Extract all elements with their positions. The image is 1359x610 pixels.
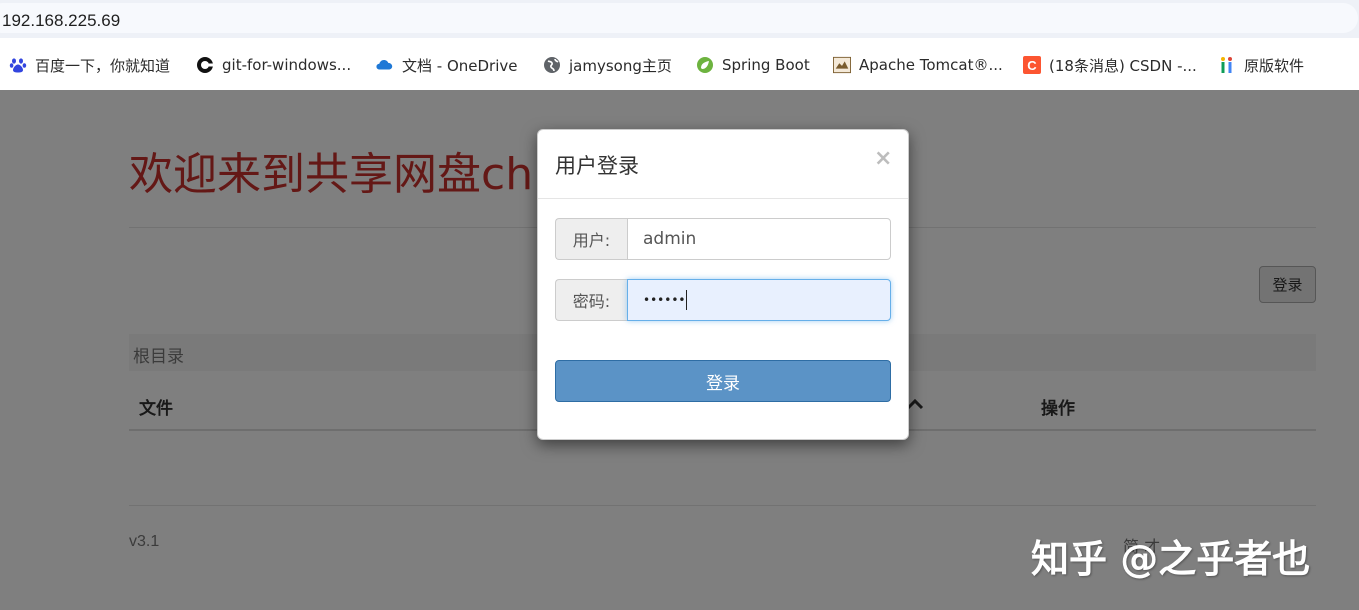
login-modal: 用户登录 × 用户: admin 密码: •••••• 登录 xyxy=(537,129,909,440)
git-logo-icon xyxy=(196,56,214,74)
bookmark-label: jamysong主页 xyxy=(569,56,672,75)
tomcat-logo-icon xyxy=(833,56,851,74)
username-input[interactable]: admin xyxy=(627,218,891,260)
bookmark-onedrive[interactable]: 文档 - OneDrive xyxy=(376,53,517,77)
bookmark-original-software[interactable]: 原版软件 xyxy=(1218,53,1304,77)
colorful-i-icon xyxy=(1218,56,1236,74)
bookmark-git-for-windows[interactable]: git-for-windows... xyxy=(196,53,351,77)
bookmark-label: git-for-windows... xyxy=(222,56,352,74)
modal-header-divider xyxy=(538,198,908,199)
bookmark-csdn[interactable]: C (18条消息) CSDN -... xyxy=(1023,53,1197,77)
password-group: 密码: •••••• xyxy=(555,279,891,321)
csdn-logo-icon: C xyxy=(1023,56,1041,74)
bookmark-spring-boot[interactable]: Spring Boot xyxy=(696,53,810,77)
bookmark-apache-tomcat[interactable]: Apache Tomcat®... xyxy=(833,53,1003,77)
zhihu-watermark: 知乎 @之乎者也 xyxy=(1031,537,1311,581)
username-group: 用户: admin xyxy=(555,218,891,260)
url-text: 192.168.225.69 xyxy=(2,11,121,30)
username-value: admin xyxy=(643,229,697,249)
globe-icon xyxy=(543,56,561,74)
bookmarks-bar: 百度一下，你就知道 git-for-windows... 文档 - OneDri… xyxy=(0,38,1359,90)
username-label: 用户: xyxy=(555,218,627,260)
bookmark-label: 文档 - OneDrive xyxy=(402,56,518,75)
bookmark-baidu[interactable]: 百度一下，你就知道 xyxy=(9,53,170,77)
onedrive-cloud-icon xyxy=(376,56,394,74)
bookmark-label: 百度一下，你就知道 xyxy=(35,56,171,75)
address-bar: 192.168.225.69 xyxy=(0,0,1359,38)
bookmark-label: (18条消息) CSDN -... xyxy=(1049,56,1197,75)
bookmark-label: 原版软件 xyxy=(1244,56,1305,75)
password-masked-value: •••••• xyxy=(643,293,686,307)
spring-leaf-icon xyxy=(696,56,714,74)
close-icon[interactable]: × xyxy=(874,146,892,171)
password-label: 密码: xyxy=(555,279,627,321)
bookmark-jamysong[interactable]: jamysong主页 xyxy=(543,53,672,77)
login-submit-button[interactable]: 登录 xyxy=(555,360,891,402)
text-caret xyxy=(686,290,688,310)
svg-text:C: C xyxy=(1027,58,1037,73)
baidu-paw-icon xyxy=(9,56,27,74)
url-field[interactable]: 192.168.225.69 xyxy=(0,3,1358,33)
modal-title: 用户登录 xyxy=(555,154,639,178)
password-input[interactable]: •••••• xyxy=(627,279,891,321)
bookmark-label: Apache Tomcat®... xyxy=(859,56,1003,74)
bookmark-label: Spring Boot xyxy=(722,56,810,74)
